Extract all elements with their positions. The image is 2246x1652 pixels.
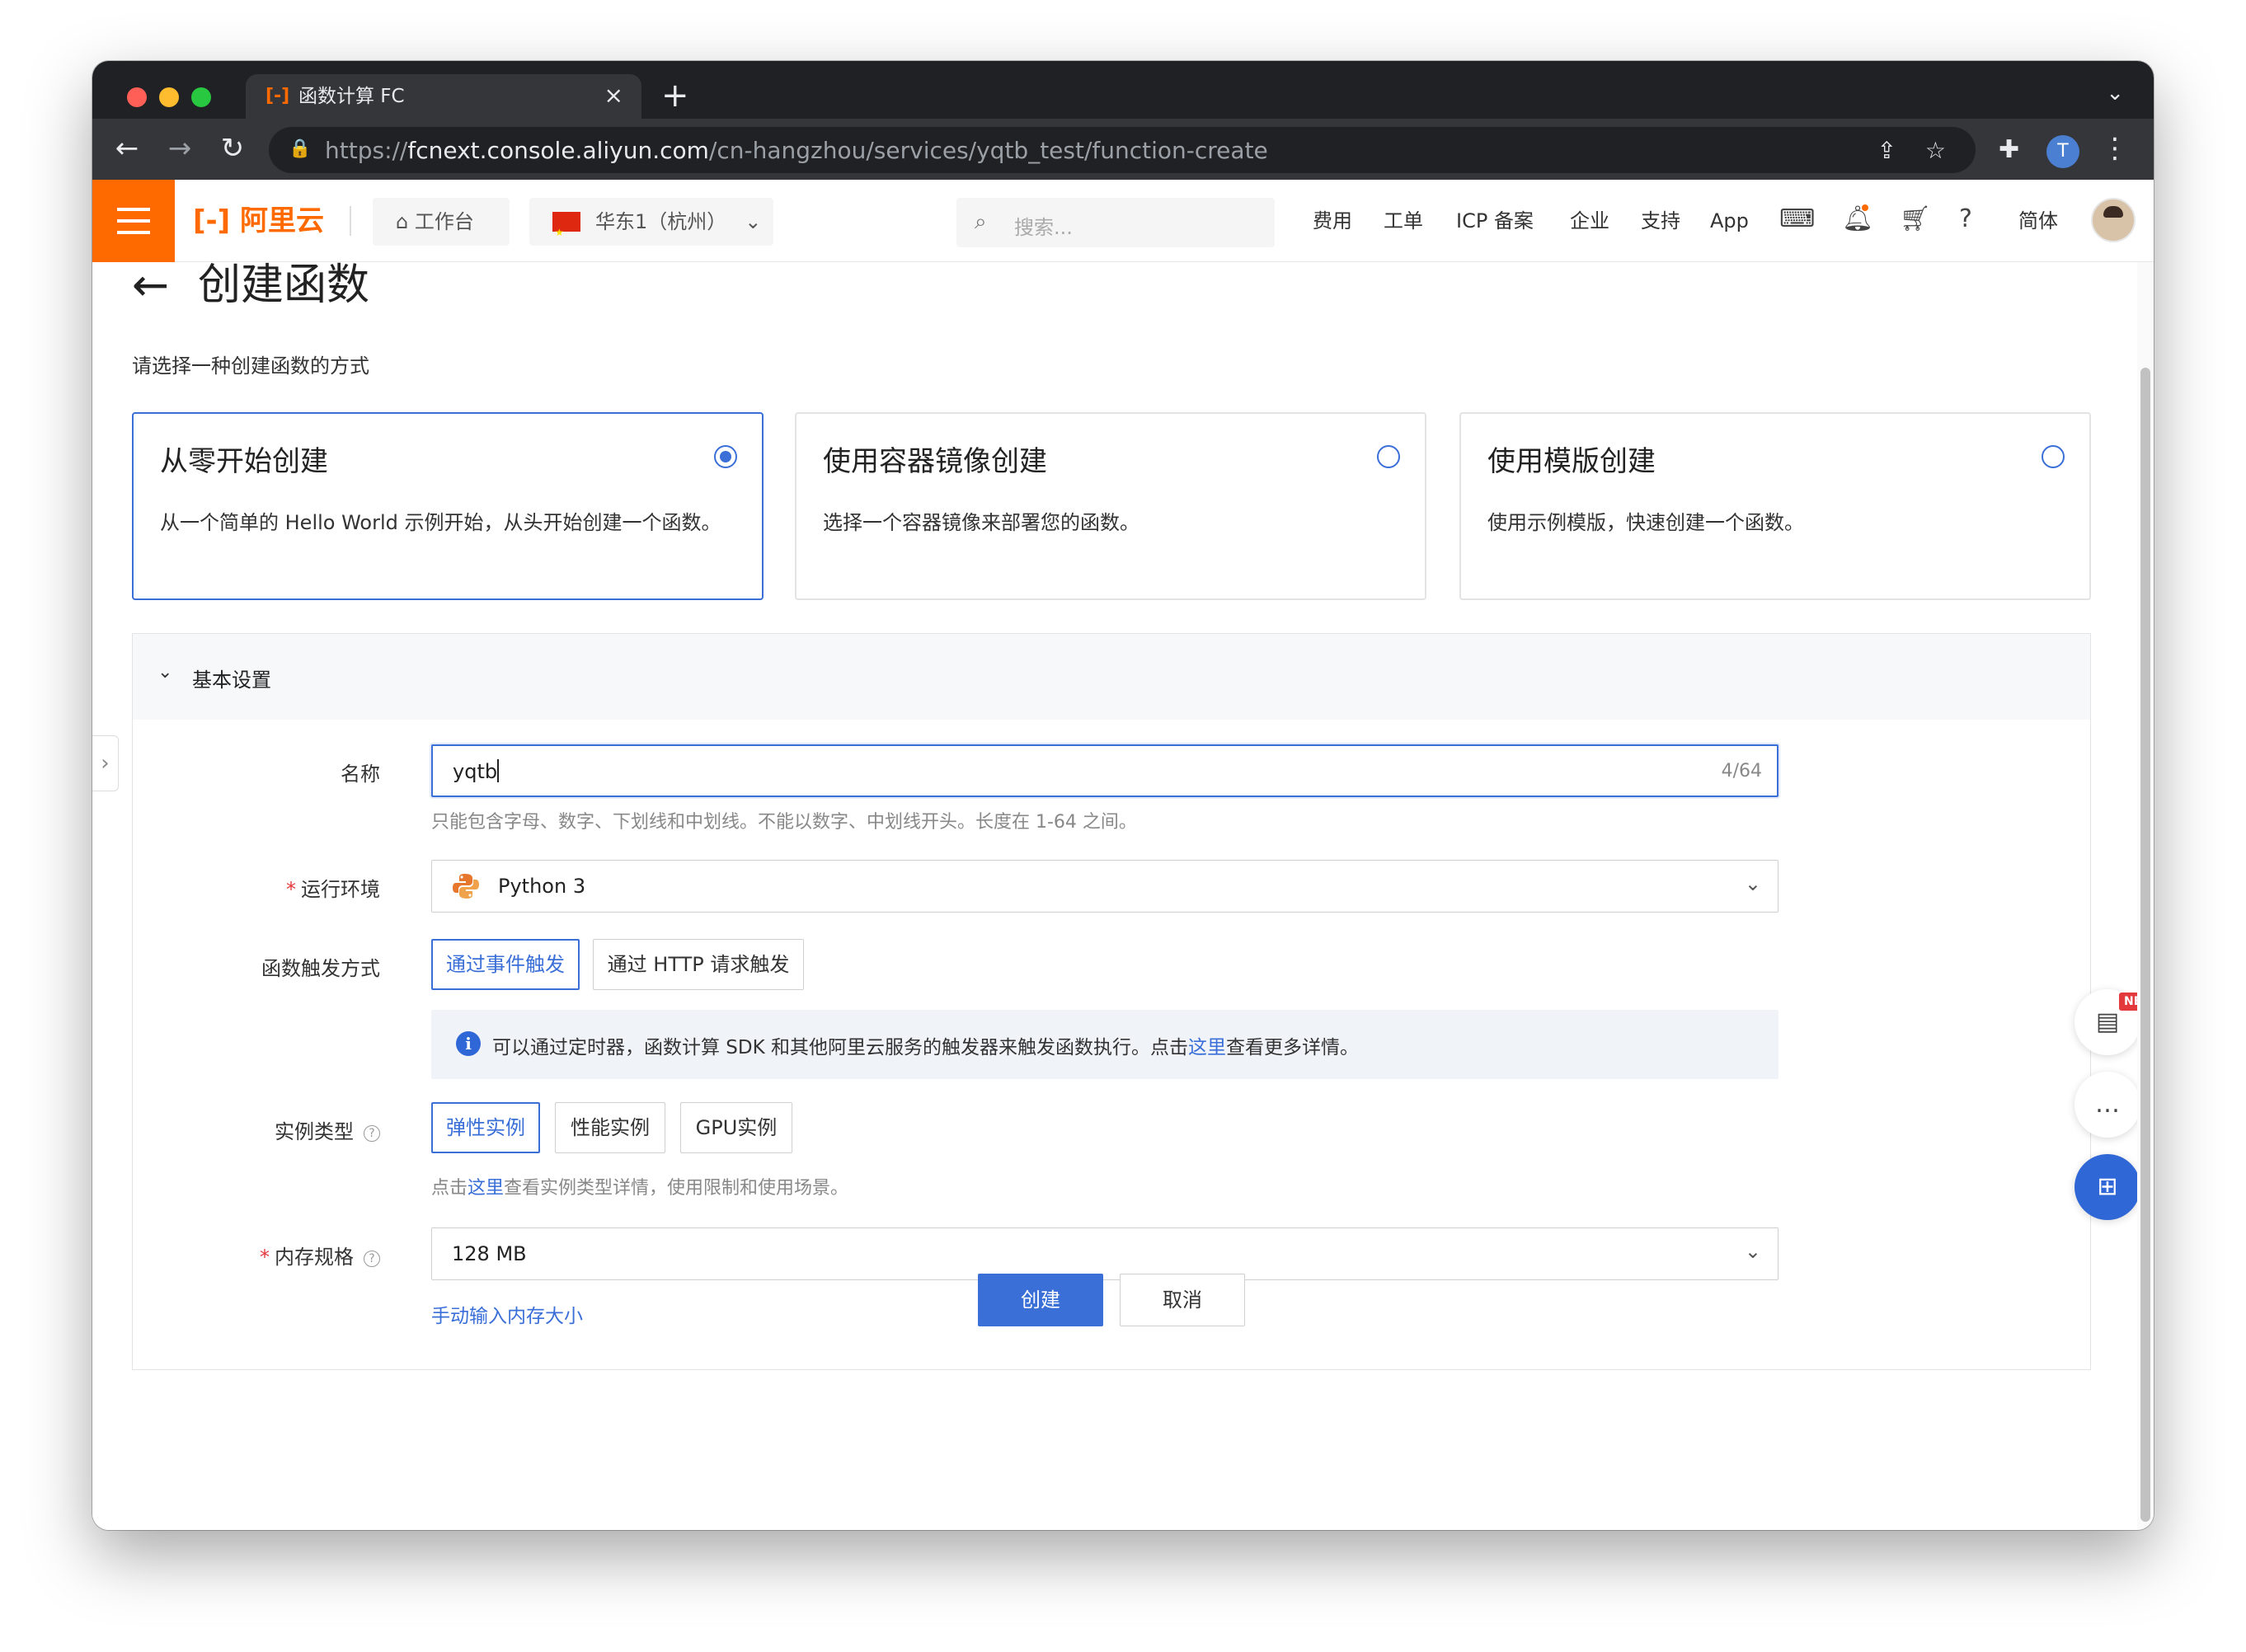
bookmark-star-icon[interactable]: ☆ [1925, 137, 1946, 164]
instance-performance-option[interactable]: 性能实例 [555, 1102, 665, 1153]
mode-desc: 使用示例模版，快速创建一个函数。 [1487, 511, 1804, 534]
trigger-info-bar: i 可以通过定时器，函数计算 SDK 和其他阿里云服务的触发器来触发函数执行。点… [431, 1010, 1778, 1079]
browser-tab[interactable]: [-] 函数计算 FC × [246, 74, 641, 119]
new-tab-button[interactable]: + [661, 79, 689, 112]
radio-unselected[interactable] [2042, 445, 2065, 468]
lock-icon: 🔒 [289, 138, 312, 159]
trigger-label: 函数触发方式 [261, 957, 380, 980]
trigger-http-option[interactable]: 通过 HTTP 请求触发 [593, 939, 804, 990]
apps-grid-icon[interactable]: ⊞ [2074, 1154, 2140, 1220]
mode-desc: 选择一个容器镜像来部署您的函数。 [823, 511, 1139, 534]
back-arrow-icon[interactable]: ← [132, 262, 169, 308]
close-window-button[interactable] [127, 87, 147, 107]
memory-label: * 内存规格? [133, 1241, 380, 1270]
mode-card-from-scratch[interactable]: 从零开始创建 从一个简单的 Hello World 示例开始，从头开始创建一个函… [132, 412, 764, 600]
forward-arrow-icon[interactable]: → [162, 130, 198, 167]
browser-toolbar: ← → ↻ 🔒 https://fcnext.console.aliyun.co… [92, 119, 2154, 180]
instance-label: 实例类型? [133, 1115, 380, 1144]
manual-memory-link[interactable]: 手动输入内存大小 [431, 1300, 583, 1328]
tab-search-chevron-icon[interactable]: ⌄ [2106, 81, 2124, 106]
name-input[interactable]: yqtb 4/64 [431, 744, 1778, 797]
profile-avatar[interactable]: T [2046, 135, 2079, 168]
feedback-chat-icon[interactable]: … [2074, 1072, 2140, 1138]
page-title: 创建函数 [198, 260, 370, 310]
form-page: ← 创建函数 请选择一种创建函数的方式 从零开始创建 从一个简单的 Hello … [92, 193, 2137, 1530]
mode-desc: 从一个简单的 Hello World 示例开始，从头开始创建一个函数。 [160, 511, 721, 534]
basic-settings-section: ⌄ 基本设置 名称 yqtb 4/64 只能包含字母、数字、下划线和中划线。不能… [132, 633, 2091, 1370]
radio-unselected[interactable] [1377, 445, 1400, 468]
char-counter: 4/64 [1721, 761, 1762, 781]
mode-card-container-image[interactable]: 使用容器镜像创建 选择一个容器镜像来部署您的函数。 [795, 412, 1426, 600]
name-label: 名称 [341, 763, 380, 786]
maximize-window-button[interactable] [191, 87, 211, 107]
help-circle-icon[interactable]: ? [364, 1251, 380, 1267]
sidebar-expand-handle[interactable]: › [92, 735, 119, 791]
runtime-select[interactable]: Python 3 ⌄ [431, 860, 1778, 913]
name-hint: 只能包含字母、数字、下划线和中划线。不能以数字、中划线开头。长度在 1-64 之… [431, 812, 1137, 833]
mode-title: 使用容器镜像创建 [823, 445, 1047, 478]
extensions-puzzle-icon[interactable]: ✚ [1999, 135, 2019, 164]
minimize-window-button[interactable] [159, 87, 179, 107]
tab-strip: [-] 函数计算 FC × + ⌄ [92, 61, 2154, 119]
instance-gpu-option[interactable]: GPU实例 [680, 1102, 792, 1153]
page-subtitle: 请选择一种创建函数的方式 [132, 354, 369, 378]
instance-hint-link[interactable]: 这里 [468, 1178, 504, 1199]
share-icon[interactable]: ⇪ [1877, 137, 1896, 164]
mode-title: 使用模版创建 [1487, 445, 1656, 478]
url-text: https://fcnext.console.aliyun.com/cn-han… [325, 137, 1268, 164]
runtime-label: * 运行环境 [286, 878, 380, 901]
mode-card-template[interactable]: 使用模版创建 使用示例模版，快速创建一个函数。 [1459, 412, 2091, 600]
browser-window: [-] 函数计算 FC × + ⌄ ← → ↻ 🔒 https://fcnext… [92, 61, 2154, 1530]
instance-hint: 点击这里查看实例类型详情，使用限制和使用场景。 [431, 1178, 849, 1199]
chevron-down-icon: ⌄ [1744, 872, 1761, 895]
scrollbar-thumb[interactable] [2140, 368, 2150, 1522]
section-header[interactable]: ⌄ 基本设置 [133, 634, 2090, 720]
info-text: 可以通过定时器，函数计算 SDK 和其他阿里云服务的触发器来触发函数执行。点击这… [492, 1037, 1360, 1058]
chevron-down-icon: ⌄ [157, 662, 173, 683]
runtime-value: Python 3 [498, 875, 586, 898]
memory-value: 128 MB [452, 1242, 527, 1265]
cancel-button[interactable]: 取消 [1120, 1274, 1245, 1326]
chevron-down-icon: ⌄ [1744, 1240, 1761, 1263]
help-circle-icon[interactable]: ? [364, 1125, 380, 1142]
create-button[interactable]: 创建 [978, 1274, 1103, 1326]
memory-select[interactable]: 128 MB ⌄ [431, 1227, 1778, 1280]
tab-title: 函数计算 FC [298, 86, 405, 107]
mode-title: 从零开始创建 [160, 445, 328, 478]
aliyun-favicon-icon: [-] [265, 86, 290, 106]
info-icon: i [456, 1031, 481, 1056]
info-link[interactable]: 这里 [1188, 1037, 1226, 1058]
address-bar[interactable]: 🔒 https://fcnext.console.aliyun.com/cn-h… [269, 127, 1976, 173]
text-caret [497, 759, 500, 782]
tab-close-icon[interactable]: × [604, 82, 623, 109]
section-title: 基本设置 [192, 669, 271, 692]
python-icon [453, 874, 479, 899]
instance-elastic-option[interactable]: 弹性实例 [431, 1102, 540, 1153]
back-arrow-icon[interactable]: ← [109, 130, 145, 167]
reload-icon[interactable]: ↻ [214, 130, 251, 167]
more-menu-icon[interactable]: ⋮ [2101, 132, 2129, 165]
radio-selected[interactable] [714, 445, 737, 468]
trigger-event-option[interactable]: 通过事件触发 [431, 939, 580, 990]
name-value: yqtb [453, 759, 500, 783]
